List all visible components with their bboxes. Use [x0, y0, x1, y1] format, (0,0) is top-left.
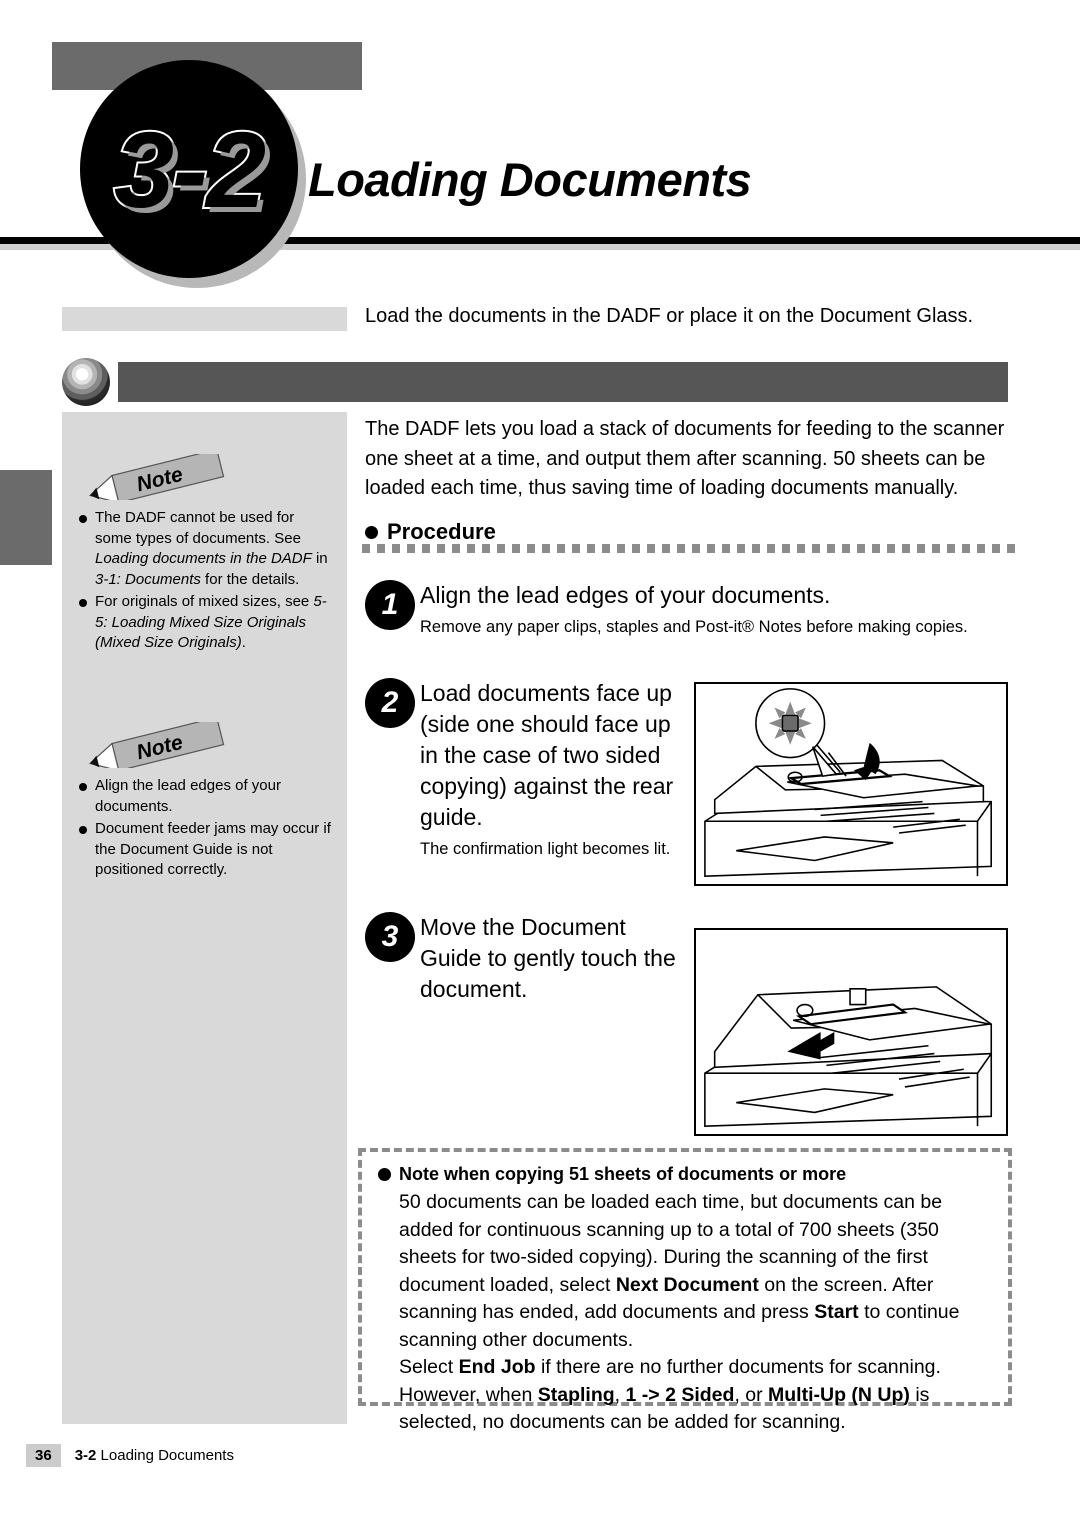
- callout-paragraph: However, when Stapling, 1 -> 2 Sided, or…: [399, 1383, 930, 1434]
- illustration-load-documents: [694, 682, 1008, 886]
- section-tab-marker: [0, 470, 52, 565]
- procedure-dashed-divider: [362, 544, 1017, 553]
- callout-paragraph: Select End Job if there are no further d…: [399, 1356, 941, 1378]
- note-block-1: Note The DADF cannot be used for some ty…: [78, 454, 333, 656]
- body-paragraph: The DADF lets you load a stack of docume…: [365, 418, 1005, 499]
- note-item: For originals of mixed sizes, see 5-5: L…: [78, 592, 333, 654]
- intro-text: Load the documents in the DADF or place …: [365, 305, 974, 327]
- step-3: 3 Move the Document Guide to gently touc…: [365, 912, 685, 1005]
- step-1: 1 Align the lead edges of your documents…: [365, 580, 1025, 639]
- callout-note-box: Note when copying 51 sheets of documents…: [358, 1148, 1012, 1433]
- page-footer: 36 3-2 Loading Documents: [26, 1444, 234, 1467]
- step-number: 3: [365, 912, 415, 962]
- bullet-icon: [365, 525, 378, 539]
- note-item: The DADF cannot be used for some types o…: [78, 508, 333, 590]
- callout-heading-label: Note when copying 51 sheets of documents…: [399, 1164, 847, 1184]
- orb-icon: [62, 358, 110, 406]
- step-title: Align the lead edges of your documents.: [420, 582, 831, 608]
- callout-paragraph: 50 documents can be loaded each time, bu…: [399, 1191, 960, 1351]
- footer-section: 3-2: [74, 1447, 97, 1464]
- step-title: Move the Document Guide to gently touch …: [420, 914, 676, 1002]
- copier-dadf-diagram: [704, 688, 992, 877]
- note-item: Document feeder jams may occur if the Do…: [78, 819, 333, 881]
- note-list-1: The DADF cannot be used for some types o…: [78, 508, 333, 654]
- footer-page-number: 36: [26, 1444, 61, 1467]
- sidebar-panel: Note The DADF cannot be used for some ty…: [62, 412, 347, 1424]
- intro-accent-bar: [62, 307, 347, 331]
- copier-guide-diagram: [704, 986, 993, 1127]
- pencil-note-icon: Note: [88, 454, 225, 500]
- footer-title: 3-2 Loading Documents: [75, 1447, 234, 1464]
- procedure-heading: Procedure: [365, 519, 496, 545]
- note-tag-1: Note: [78, 454, 333, 500]
- note-item: Align the lead edges of your documents.: [78, 776, 333, 817]
- pencil-note-icon: Note: [88, 722, 225, 768]
- note-tag-2: Note: [78, 722, 333, 768]
- section-badge: 3-2: [80, 60, 298, 278]
- note-block-2: Note Align the lead edges of your docume…: [78, 722, 333, 883]
- callout-heading: Note when copying 51 sheets of documents…: [378, 1164, 992, 1185]
- step-number: 2: [365, 678, 415, 728]
- section-band: [118, 362, 1008, 402]
- page-title: Loading Documents: [308, 153, 752, 206]
- bullet-icon: [378, 1168, 391, 1181]
- illustration-document-guide: [694, 928, 1008, 1136]
- note-list-2: Align the lead edges of your documents. …: [78, 776, 333, 881]
- section-number: 3-2: [112, 107, 268, 232]
- step-subtext: The confirmation light becomes lit.: [420, 840, 671, 858]
- step-2: 2 Load documents face up (side one shoul…: [365, 678, 685, 861]
- step-number: 1: [365, 580, 415, 630]
- step-subtext: Remove any paper clips, staples and Post…: [420, 618, 968, 636]
- step-title: Load documents face up (side one should …: [420, 680, 674, 830]
- procedure-heading-label: Procedure: [387, 519, 496, 544]
- footer-section-title: Loading Documents: [100, 1447, 234, 1464]
- indicator-light-icon: [768, 701, 812, 745]
